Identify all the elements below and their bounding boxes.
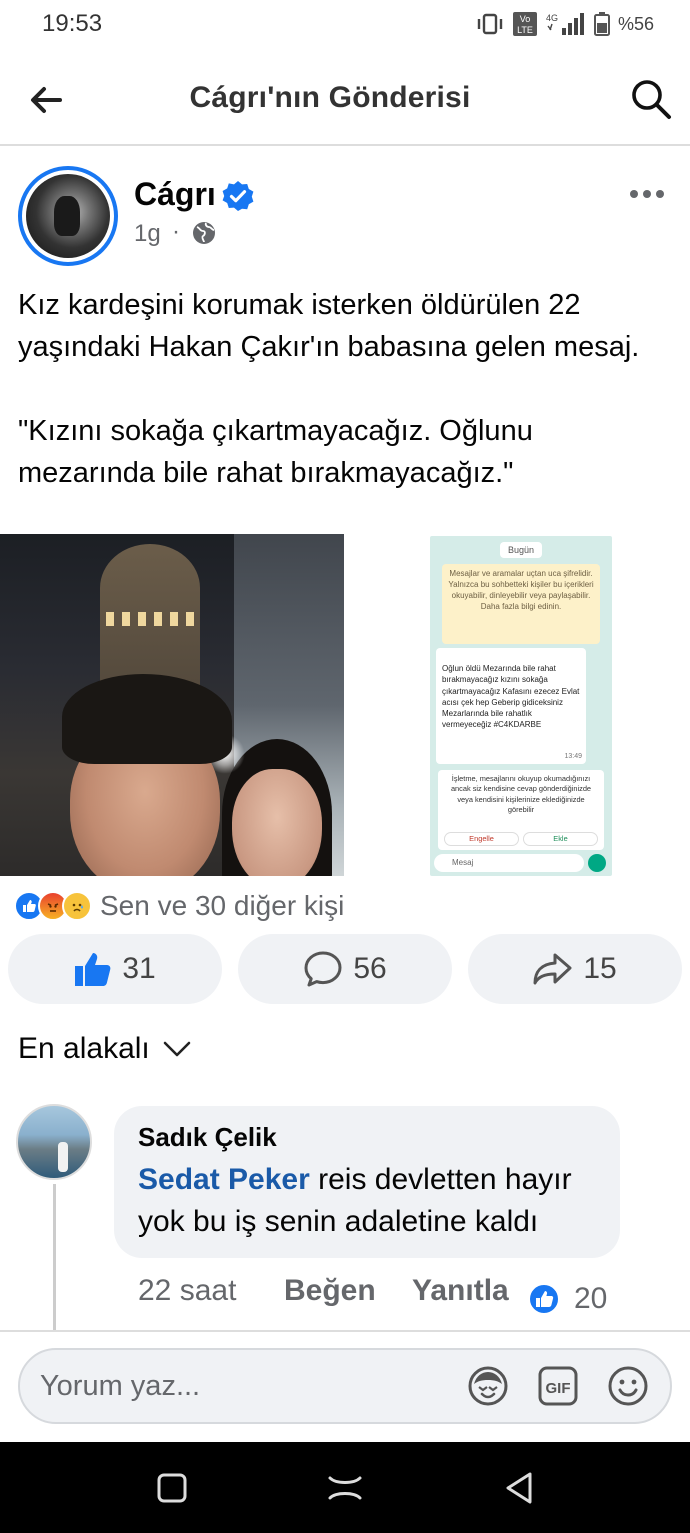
status-icons: Vo LTE 4G %56 (476, 11, 654, 37)
svg-text:GIF: GIF (546, 1380, 571, 1397)
avatar-sticker-icon[interactable] (466, 1364, 510, 1408)
post-header: Cágrı 1g · (0, 160, 690, 270)
status-time: 19:53 (42, 10, 103, 37)
author-name[interactable]: Cágrı (134, 176, 216, 213)
battery-icon (593, 12, 610, 36)
chat-mic-icon (588, 854, 606, 872)
comment-like-count: 20 (574, 1282, 608, 1315)
app-header: Cágrı'nın Gönderisi (0, 52, 690, 146)
comment-thread-line (53, 1184, 56, 1330)
chevron-down-icon (163, 1041, 191, 1057)
reaction-icons (14, 891, 92, 921)
post-time[interactable]: 1g (134, 220, 161, 248)
chat-screenshot-photo[interactable]: Bugün Mesajlar ve aramalar uçtan uca şif… (344, 534, 690, 876)
chat-block-label: Engelle (444, 832, 519, 846)
chat-message-time: 13:49 (564, 752, 582, 760)
globe-icon (193, 222, 215, 244)
comment-sort-label: En alakalı (18, 1032, 150, 1065)
like-button[interactable]: 31 (8, 934, 222, 1004)
comment-bubble[interactable]: Sadık Çelik Sedat Peker reis devletten h… (114, 1106, 620, 1258)
author-avatar[interactable] (18, 166, 118, 266)
gif-icon[interactable]: GIF (536, 1364, 580, 1408)
post-paragraph-2: "Kızını sokağa çıkartmayacağız. Oğlunu m… (18, 415, 533, 489)
tower-lights (106, 612, 194, 626)
chat-screenshot: Bugün Mesajlar ve aramalar uçtan uca şif… (430, 536, 612, 876)
chat-business-notice: İşletme, mesajlarını okuyup okumadığınız… (438, 770, 604, 850)
like-count: 31 (122, 952, 156, 985)
chat-message: Oğlun öldü Mezarında bile rahat bırakmay… (436, 648, 586, 764)
chat-input: Mesaj (434, 854, 584, 872)
share-count: 15 (583, 952, 617, 985)
chat-system-notice: Mesajlar ve aramalar uçtan uca şifrelidi… (442, 564, 600, 644)
comment-time: 22 saat (138, 1274, 237, 1307)
status-bar: 19:53 Vo LTE 4G %56 (0, 0, 690, 48)
comment-like-button[interactable]: Beğen (284, 1274, 412, 1308)
chat-business-buttons: Engelle Ekle (444, 832, 598, 846)
svg-text:Vo: Vo (520, 14, 531, 24)
signal-icon: 4G (546, 13, 584, 35)
like-icon (75, 953, 111, 986)
composer-icons: GIF (466, 1364, 650, 1408)
more-icon[interactable] (630, 182, 670, 206)
system-nav-bar (0, 1442, 690, 1533)
meta-separator: · (172, 218, 180, 245)
boy-hair-shape (62, 674, 232, 764)
comment-item: Sadık Çelik Sedat Peker reis devletten h… (0, 1104, 690, 1330)
post-photo[interactable] (0, 534, 344, 876)
back-arrow-icon[interactable] (26, 80, 66, 120)
like-reaction-icon (528, 1283, 560, 1315)
sad-reaction-icon (62, 891, 92, 921)
reactions-summary[interactable]: Sen ve 30 diğer kişi (14, 886, 344, 926)
nav-home-icon[interactable] (326, 1474, 364, 1502)
chat-message-text: Oğlun öldü Mezarında bile rahat bırakmay… (442, 664, 580, 730)
girl-face-shape (232, 769, 322, 876)
comment-sort[interactable]: En alakalı (18, 1032, 192, 1066)
post-paragraph-1: Kız kardeşini korumak isterken öldürülen… (18, 289, 640, 363)
comment-button[interactable]: 56 (238, 934, 452, 1004)
post-images: Bugün Mesajlar ve aramalar uçtan uca şif… (0, 534, 690, 876)
comment-mention[interactable]: Sedat Peker (138, 1163, 310, 1196)
battery-percent: %56 (617, 13, 654, 34)
comment-reply-button[interactable]: Yanıtla (412, 1274, 509, 1308)
svg-text:LTE: LTE (517, 25, 533, 35)
share-button[interactable]: 15 (468, 934, 682, 1004)
chat-add-label: Ekle (523, 832, 598, 846)
reaction-text: Sen ve 30 diğer kişi (100, 890, 345, 921)
volte-icon: VoLTE (512, 12, 537, 36)
share-icon (533, 953, 572, 985)
chat-date: Bugün (500, 542, 543, 558)
comment-composer: Yorum yaz... GIF (0, 1330, 690, 1442)
commenter-avatar[interactable] (16, 1104, 92, 1180)
page-title: Cágrı'nın Gönderisi (189, 81, 471, 114)
comment-count: 56 (353, 952, 387, 985)
post-text: Kız kardeşini korumak isterken öldürülen… (18, 284, 668, 494)
search-icon[interactable] (630, 78, 672, 120)
commenter-name[interactable]: Sadık Çelik (138, 1122, 596, 1153)
comment-icon (304, 951, 342, 987)
comment-like-summary[interactable]: 20 (528, 1282, 607, 1316)
comment-text: Sedat Peker reis devletten hayır yok bu … (138, 1159, 596, 1243)
post-actions: 31 56 15 (8, 934, 682, 1004)
nav-recents-icon[interactable] (156, 1472, 188, 1504)
emoji-icon[interactable] (606, 1364, 650, 1408)
comment-meta: 22 saat Beğen Yanıtla (138, 1274, 509, 1308)
verified-icon (222, 181, 254, 211)
svg-text:4G: 4G (546, 13, 558, 23)
chat-business-text: İşletme, mesajlarını okuyup okumadığınız… (450, 774, 592, 815)
nav-back-icon[interactable] (502, 1470, 536, 1506)
vibrate-icon (477, 13, 503, 35)
